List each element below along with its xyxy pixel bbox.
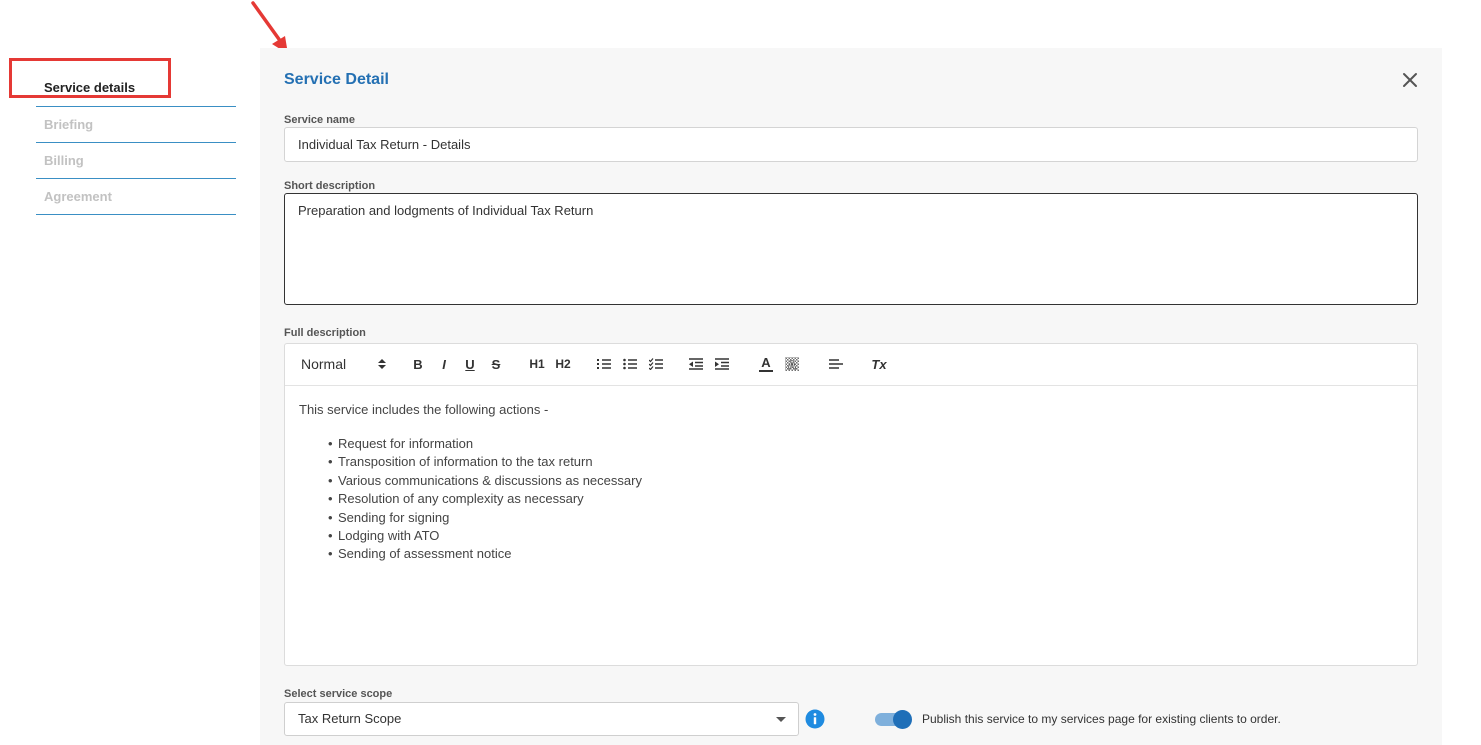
heading-1-button[interactable]: H1	[527, 354, 547, 374]
list-item: Resolution of any complexity as necessar…	[328, 490, 1403, 509]
service-scope-label: Select service scope	[284, 688, 393, 700]
format-select-value: Normal	[301, 356, 347, 372]
indent-icon[interactable]	[713, 354, 731, 374]
rich-text-editor: Normal B I U S H1 H2 A A Tx This service…	[284, 343, 1418, 666]
chevron-down-icon	[776, 717, 786, 722]
short-description-label: Short description	[284, 180, 376, 192]
strikethrough-button[interactable]: S	[487, 354, 505, 374]
close-icon[interactable]	[1400, 70, 1420, 90]
clear-format-button[interactable]: Tx	[869, 354, 889, 374]
service-detail-panel: Service Detail Service name Individual T…	[260, 48, 1442, 745]
sort-arrows-icon	[378, 359, 386, 369]
ordered-list-icon[interactable]	[595, 354, 613, 374]
sidebar-item-briefing[interactable]: Briefing	[36, 107, 236, 143]
text-color-underline	[759, 370, 773, 372]
italic-button[interactable]: I	[435, 354, 453, 374]
service-scope-value: Tax Return Scope	[298, 711, 402, 726]
toggle-knob	[893, 710, 912, 729]
editor-toolbar: Normal B I U S H1 H2 A A Tx	[285, 344, 1417, 386]
align-left-icon[interactable]	[827, 354, 845, 374]
text-color-letter: A	[761, 355, 771, 370]
heading-2-button[interactable]: H2	[553, 354, 573, 374]
text-color-button[interactable]: A	[757, 354, 775, 374]
bold-button[interactable]: B	[409, 354, 427, 374]
bullet-list-icon[interactable]	[621, 354, 639, 374]
list-item: Transposition of information to the tax …	[328, 453, 1403, 472]
background-color-icon[interactable]: A	[783, 354, 801, 374]
list-item: Lodging with ATO	[328, 527, 1403, 546]
full-description-label: Full description	[284, 327, 366, 339]
list-item: Sending for signing	[328, 509, 1403, 528]
editor-intro-text: This service includes the following acti…	[299, 402, 549, 417]
publish-toggle[interactable]	[875, 710, 913, 729]
short-description-textarea[interactable]: Preparation and lodgments of Individual …	[284, 193, 1418, 305]
service-scope-select[interactable]: Tax Return Scope	[284, 702, 799, 736]
publish-toggle-label: Publish this service to my services page…	[922, 712, 1281, 726]
editor-content[interactable]: This service includes the following acti…	[285, 386, 1417, 580]
service-name-input[interactable]: Individual Tax Return - Details	[284, 127, 1418, 162]
info-icon[interactable]	[805, 709, 825, 729]
service-name-label: Service name	[284, 114, 355, 126]
sidebar-item-billing[interactable]: Billing	[36, 143, 236, 179]
list-item: Various communications & discussions as …	[328, 472, 1403, 491]
annotation-highlight-box	[9, 58, 171, 98]
sidebar-item-agreement[interactable]: Agreement	[36, 179, 236, 215]
outdent-icon[interactable]	[687, 354, 705, 374]
format-select[interactable]: Normal	[301, 354, 387, 374]
panel-title: Service Detail	[284, 71, 389, 88]
underline-button[interactable]: U	[461, 354, 479, 374]
editor-bullet-list: Request for information Transposition of…	[299, 435, 1403, 564]
checklist-icon[interactable]	[647, 354, 665, 374]
list-item: Request for information	[328, 435, 1403, 454]
list-item: Sending of assessment notice	[328, 545, 1403, 564]
svg-text:A: A	[788, 358, 797, 372]
